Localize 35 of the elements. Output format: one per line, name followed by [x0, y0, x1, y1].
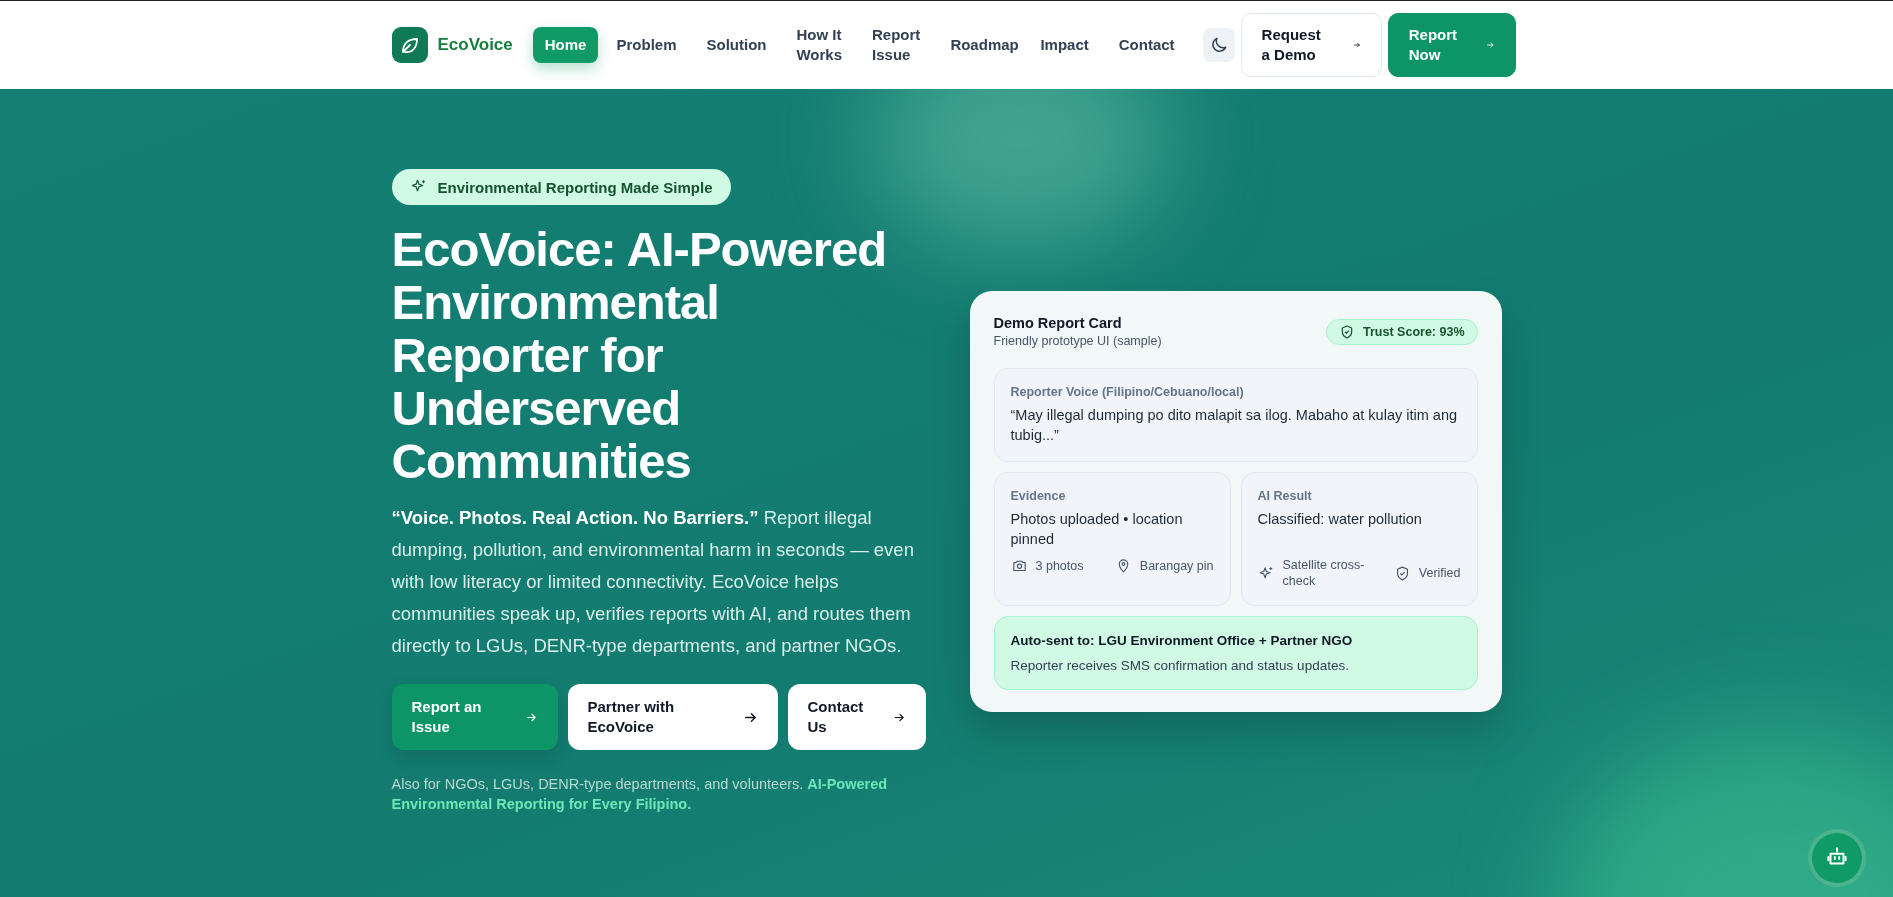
brand-name[interactable]: EcoVoice: [437, 35, 513, 55]
card-subtitle: Friendly prototype UI (sample): [993, 334, 1162, 348]
nav-link[interactable]: Solution: [694, 27, 779, 63]
nav-link[interactable]: Roadmap: [938, 27, 1023, 63]
leaf-logo-icon[interactable]: [391, 27, 428, 63]
trust-score-badge: Trust Score: 93%: [1326, 318, 1478, 345]
voice-quote: “May illegal dumping po dito malapit sa ilog. Mabaho at kulay itim ang tubig...”: [1010, 406, 1458, 445]
tagline-badge: Environmental Reporting Made Simple: [391, 169, 731, 205]
cta-button[interactable]: Report an Issue: [391, 684, 558, 750]
nav-link[interactable]: Impact: [1028, 27, 1101, 63]
hero-description: “Voice. Photos. Real Action. No Barriers.” Report illegal dumping, pollution, and environmental harm in seconds — even with low literacy or limited connectivity. EcoVoice helps communities speak up, verifies reports with AI, and routes them directly to LGUs, DENR-type departments, and partner NGOs.: [391, 506, 915, 658]
nav-link[interactable]: Report Issue: [860, 17, 933, 73]
panel-label: Evidence: [1010, 489, 1067, 503]
tag-label: Barangay pin: [1139, 558, 1214, 573]
routing-text: Reporter receives SMS confirmation and status updates.: [1010, 658, 1350, 673]
cta-button[interactable]: Contact Us: [787, 684, 926, 750]
panel-text: Photos uploaded • location pinned: [1010, 510, 1184, 549]
nav-button[interactable]: Report Now: [1387, 13, 1516, 77]
card-title: Demo Report Card: [993, 315, 1123, 331]
panel-label: Reporter Voice (Filipino/Cebuano/local): [1010, 385, 1245, 399]
nav-link[interactable]: How It Works: [784, 17, 855, 73]
nav-link[interactable]: Home: [532, 27, 599, 63]
hero-title: EcoVoice: AI-Powered Environmental Reporter for Underserved Communities: [391, 223, 888, 488]
panel-text: Classified: water pollution: [1257, 510, 1423, 529]
audience-note: Also for NGOs, LGUs, DENR-type departments, and volunteers. AI-Powered Environmental Reporting for Every Filipino.: [391, 775, 889, 814]
tag-label: Satellite cross-check: [1282, 557, 1366, 589]
tag-label: Verified: [1418, 566, 1461, 580]
cta-button[interactable]: Partner with EcoVoice: [567, 684, 778, 750]
dark-mode-toggle-button[interactable]: [1202, 28, 1235, 62]
nav-link[interactable]: Problem: [604, 27, 689, 63]
nav-button[interactable]: Request a Demo: [1240, 13, 1382, 77]
routing-title: Auto-sent to: LGU Environment Office + Partner NGO: [1010, 633, 1354, 648]
nav-link[interactable]: Contact: [1106, 27, 1187, 63]
panel-label: AI Result: [1257, 489, 1313, 503]
tag-label: 3 photos: [1035, 558, 1084, 573]
